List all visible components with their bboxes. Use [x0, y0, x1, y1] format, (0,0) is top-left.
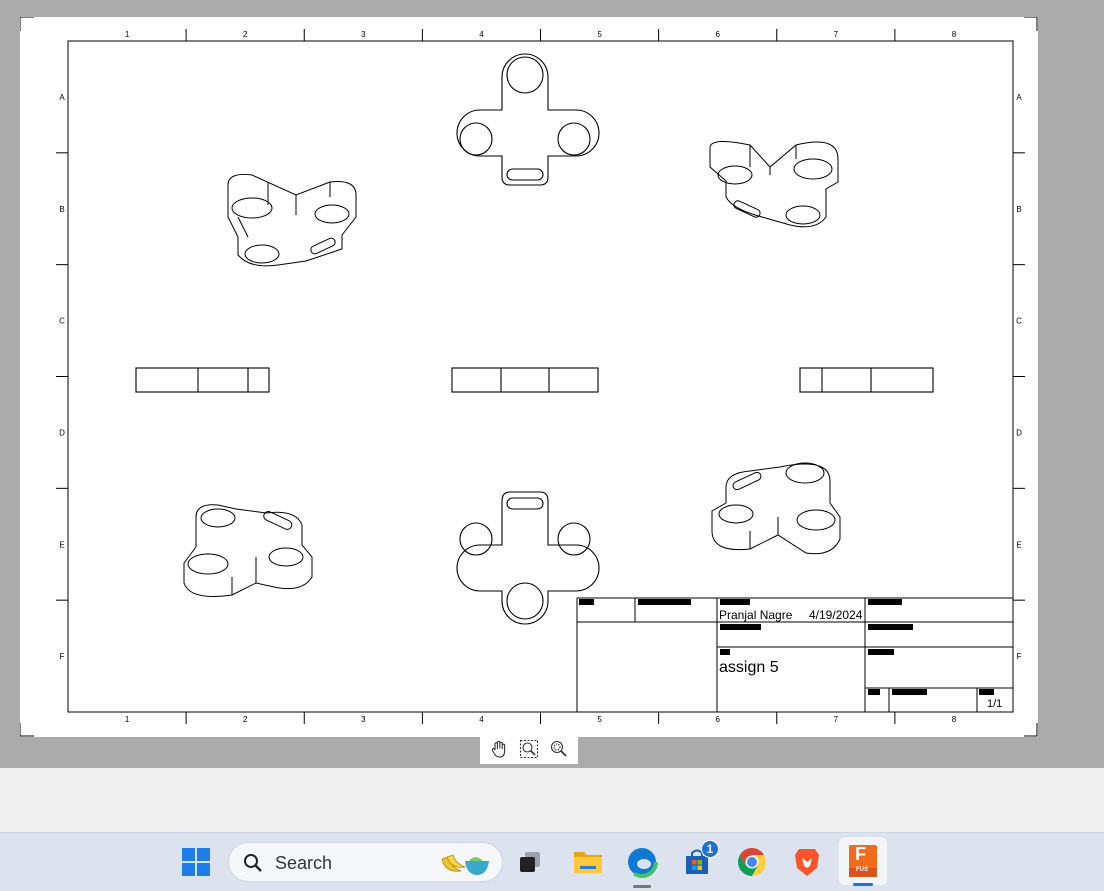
- sheet-number: 1/1: [987, 698, 1003, 710]
- hole: [459, 122, 493, 156]
- crop-mark: [1024, 723, 1038, 737]
- crop-mark: [1024, 17, 1038, 31]
- slot: [506, 168, 544, 181]
- hole: [506, 56, 544, 94]
- hole: [557, 122, 591, 156]
- title-block-author: Pranjal Nagre: [719, 608, 793, 622]
- fusion-icon-sub: FUS: [856, 867, 868, 873]
- zone-column-label: 6: [715, 715, 720, 724]
- zone-column-label: 8: [952, 715, 957, 724]
- windows-start-icon[interactable]: [176, 842, 216, 882]
- zone-column-label: 7: [834, 30, 839, 39]
- zone-row-label: D: [59, 428, 65, 437]
- side-views: [135, 367, 934, 393]
- zone-row-label: C: [59, 317, 65, 326]
- title-block-date: 4/19/2024: [809, 608, 863, 622]
- zone-row-label: B: [59, 205, 64, 214]
- zone-column-label: 5: [597, 715, 602, 724]
- file-explorer-icon[interactable]: [568, 842, 608, 882]
- zoom-window-icon[interactable]: [517, 737, 541, 761]
- zone-row-label: A: [59, 93, 65, 102]
- isometric-views: [183, 141, 841, 597]
- left-side-view: [135, 367, 270, 393]
- zone-column-label: 2: [243, 715, 248, 724]
- zone-row-label: E: [1016, 540, 1021, 549]
- task-view-icon[interactable]: [510, 842, 550, 882]
- zone-row-label: C: [1016, 317, 1022, 326]
- zone-column-label: 2: [243, 30, 248, 39]
- zone-row-label: A: [1016, 93, 1022, 102]
- running-indicator: [633, 885, 651, 888]
- search-placeholder: Search: [275, 853, 333, 873]
- crop-mark: [20, 17, 34, 31]
- zone-column-label: 8: [952, 30, 957, 39]
- zone-column-label: 1: [125, 30, 130, 39]
- chrome-browser-icon[interactable]: [732, 842, 772, 882]
- zone-column-label: 4: [479, 30, 484, 39]
- zone-row-label: E: [59, 540, 64, 549]
- zoom-icon[interactable]: [547, 737, 571, 761]
- brave-browser-icon[interactable]: [787, 842, 827, 882]
- store-notification-badge: 1: [701, 840, 719, 858]
- zone-column-label: 4: [479, 715, 484, 724]
- front-view: [451, 367, 599, 393]
- fusion-icon-letter: F: [855, 844, 866, 864]
- bottom-view: [456, 491, 600, 625]
- edge-browser-icon[interactable]: [622, 842, 662, 888]
- viewer-status-area: [0, 768, 1104, 832]
- zone-row-label: D: [1016, 428, 1022, 437]
- zone-column-label: 1: [125, 715, 130, 724]
- zone-column-label: 3: [361, 715, 366, 724]
- title-block: [576, 597, 1014, 713]
- zone-column-label: 3: [361, 30, 366, 39]
- fusion-360-icon[interactable]: F FUS: [839, 837, 887, 886]
- drawing-sheet[interactable]: 1 1 2 2 3 3 4 4 5 5 6 6 7 7 8 8 A A B B C C D D E E F F Pranjal Nag…: [20, 17, 1038, 737]
- part-outline: [456, 491, 600, 625]
- slot: [506, 497, 544, 510]
- part-outline: [456, 53, 600, 186]
- iso-view-top-right: [709, 141, 839, 228]
- iso-view-bottom-left: [183, 504, 313, 597]
- top-view: [456, 53, 600, 186]
- hole: [506, 582, 544, 620]
- taskbar-search-box[interactable]: Search: [228, 842, 503, 882]
- right-side-view: [799, 367, 934, 393]
- drawing-title: assign 5: [719, 659, 779, 676]
- pan-icon[interactable]: [487, 737, 511, 761]
- hole: [459, 522, 493, 556]
- zone-row-label: F: [1017, 652, 1022, 661]
- drawing-canvas: 1 1 2 2 3 3 4 4 5 5 6 6 7 7 8 8 A A B B C C D D E E F F: [20, 17, 1038, 737]
- windows-taskbar: Search 1 F FUS: [0, 832, 1104, 891]
- search-icon: [244, 854, 262, 872]
- microsoft-store-icon[interactable]: 1: [677, 840, 719, 882]
- zone-column-label: 6: [715, 30, 720, 39]
- zone-column-label: 7: [834, 715, 839, 724]
- zone-column-label: 5: [597, 30, 602, 39]
- viewer-toolbar: [480, 734, 578, 764]
- search-highlight-icon: [441, 854, 489, 875]
- hole: [557, 522, 591, 556]
- zone-row-label: F: [60, 652, 65, 661]
- iso-view-bottom-right: [711, 462, 841, 555]
- active-app-indicator: [853, 883, 873, 886]
- zone-row-label: B: [1016, 205, 1021, 214]
- iso-view-top-left: [227, 174, 357, 267]
- crop-mark: [20, 723, 34, 737]
